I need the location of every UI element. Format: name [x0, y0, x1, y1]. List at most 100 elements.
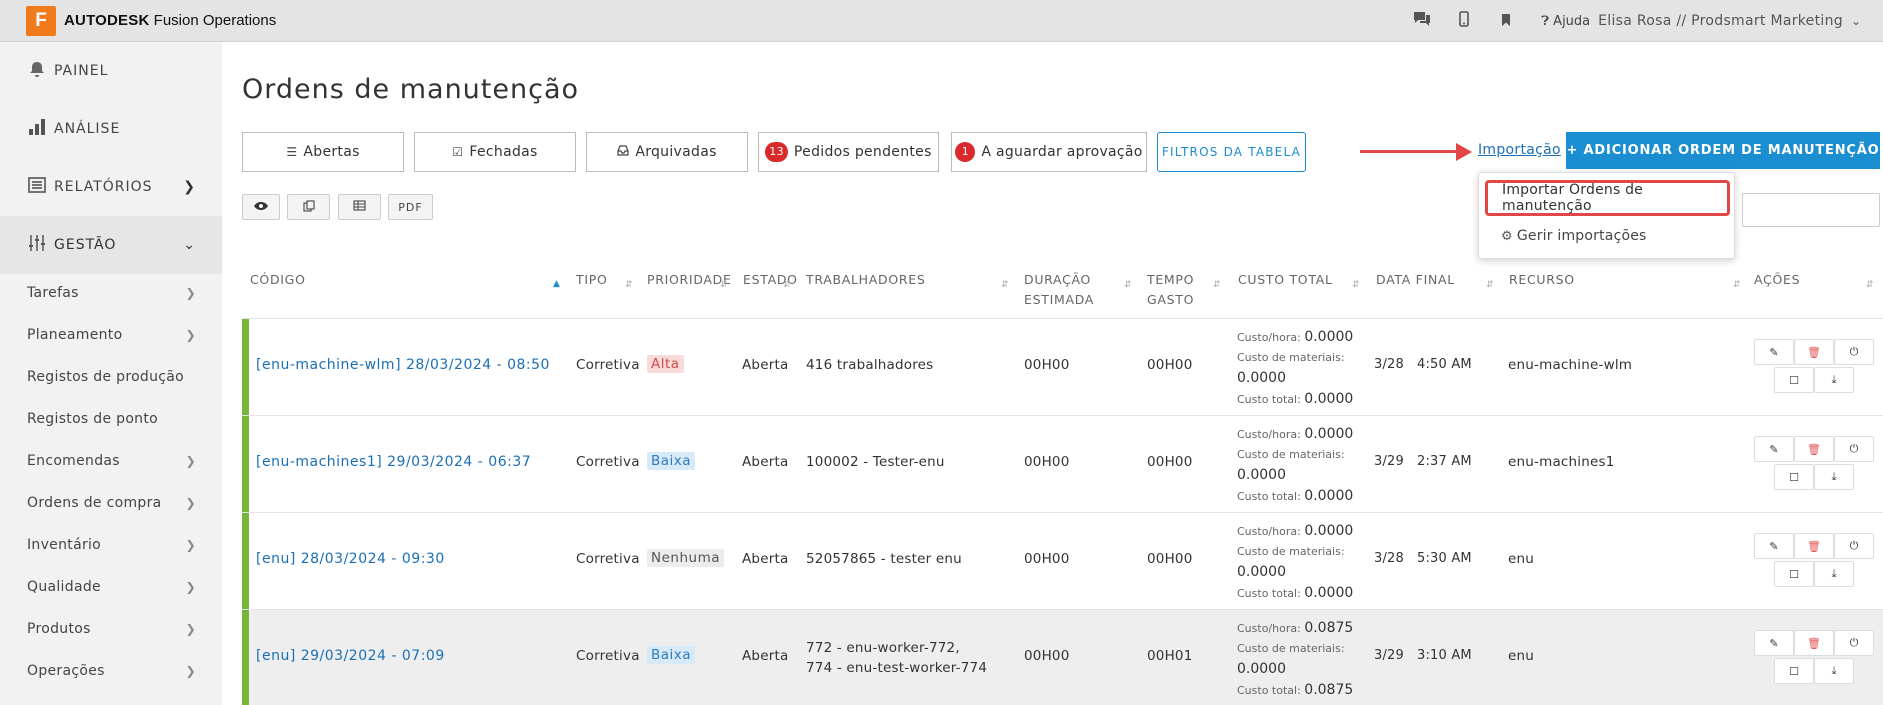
header-line-2: GASTO: [1147, 292, 1195, 307]
search-input[interactable]: [1742, 193, 1880, 227]
sidebar-item-registos-ponto[interactable]: Registos de ponto: [0, 398, 222, 440]
cost-cell: Custo/hora: 0.0000 Custo de materiais: 0…: [1237, 521, 1353, 604]
checkbox-icon[interactable]: ☐: [1774, 464, 1814, 490]
table-row[interactable]: [enu-machines1] 29/03/2024 - 06:37 Corre…: [242, 415, 1883, 512]
end-date: 3/29: [1374, 454, 1404, 469]
sidebar-item-inventario[interactable]: Inventário ❯: [0, 524, 222, 566]
column-header-end-date[interactable]: DATA FINAL: [1376, 270, 1455, 290]
fusion-logo-icon: F: [26, 5, 56, 36]
tab-open[interactable]: ☰ Abertas: [242, 132, 404, 172]
copy-button[interactable]: [287, 194, 330, 220]
column-header-code[interactable]: CÓDIGO: [250, 270, 306, 290]
sort-icon[interactable]: ⇵: [1866, 280, 1874, 290]
column-header-duration[interactable]: DURAÇÃO ESTIMADA: [1024, 270, 1094, 310]
table-row[interactable]: [enu] 28/03/2024 - 09:30 Corretiva Nenhu…: [242, 512, 1883, 609]
checkbox-icon[interactable]: ☐: [1774, 658, 1814, 684]
sliders-icon: [26, 234, 48, 257]
sidebar-item-qualidade[interactable]: Qualidade ❯: [0, 566, 222, 608]
tab-archived[interactable]: Arquivadas: [586, 132, 748, 172]
edit-icon[interactable]: ✎: [1754, 533, 1794, 559]
trash-icon[interactable]: 🗑︎: [1794, 339, 1834, 365]
user-menu[interactable]: Elisa Rosa // Prodsmart Marketing: [1598, 13, 1843, 29]
sidebar-item-produtos[interactable]: Produtos ❯: [0, 608, 222, 650]
sort-icon[interactable]: ⇵: [1733, 280, 1741, 290]
sort-icon[interactable]: ⇵: [1486, 280, 1494, 290]
sort-icon[interactable]: ⇵: [1352, 280, 1360, 290]
checkbox-icon[interactable]: ☐: [1774, 561, 1814, 587]
sort-icon[interactable]: ⇵: [783, 280, 791, 290]
column-header-time-spent[interactable]: TEMPO GASTO: [1147, 270, 1194, 310]
sidebar-item-planeamento[interactable]: Planeamento ❯: [0, 314, 222, 356]
edit-icon[interactable]: ✎: [1754, 339, 1794, 365]
download-icon[interactable]: ⤓: [1814, 561, 1854, 587]
state-cell: Aberta: [742, 454, 789, 470]
sort-icon[interactable]: ⇵: [625, 280, 633, 290]
duration-cell: 00H00: [1024, 357, 1070, 373]
help-link[interactable]: ❓︎ Ajuda: [1541, 14, 1590, 29]
sort-icon[interactable]: ⇵: [1213, 280, 1221, 290]
table-row[interactable]: [enu] 29/03/2024 - 07:09 Corretiva Baixa…: [242, 609, 1883, 705]
sidebar-item-label: Ordens de compra: [27, 495, 162, 511]
edit-icon[interactable]: ✎: [1754, 630, 1794, 656]
tab-closed[interactable]: ☑ Fechadas: [414, 132, 576, 172]
sidebar-item-tarefas[interactable]: Tarefas ❯: [0, 272, 222, 314]
table-row[interactable]: [enu-machine-wlm] 28/03/2024 - 08:50 Cor…: [242, 318, 1883, 415]
workers-cell: 52057865 - tester enu: [806, 551, 962, 567]
add-maintenance-order-button[interactable]: + ADICIONAR ORDEM DE MANUTENÇÃO: [1566, 132, 1880, 169]
power-icon[interactable]: ⏻︎: [1834, 339, 1874, 365]
column-header-resource[interactable]: RECURSO: [1509, 270, 1575, 290]
sidebar-item-label: Registos de produção: [27, 369, 185, 385]
order-code-link[interactable]: [enu-machine-wlm] 28/03/2024 - 08:50: [256, 357, 550, 373]
order-code-link[interactable]: [enu-machines1] 29/03/2024 - 06:37: [256, 454, 531, 470]
pdf-export-button[interactable]: PDF: [388, 194, 433, 220]
bookmark-icon[interactable]: [1485, 12, 1527, 31]
import-orders-menu-item[interactable]: Importar Ordens de manutenção: [1485, 180, 1730, 216]
order-code-link[interactable]: [enu] 29/03/2024 - 07:09: [256, 648, 445, 664]
column-header-type[interactable]: TIPO: [576, 270, 608, 290]
column-header-workers[interactable]: TRABALHADORES: [806, 270, 926, 290]
tab-pending-requests[interactable]: 13 Pedidos pendentes: [758, 132, 939, 172]
sort-icon[interactable]: ⇵: [1001, 280, 1009, 290]
sidebar-item-registos-producao[interactable]: Registos de produção: [0, 356, 222, 398]
sort-asc-icon[interactable]: ▲: [553, 279, 560, 289]
sidebar-item-ordens-compra[interactable]: Ordens de compra ❯: [0, 482, 222, 524]
sidebar-item-encomendas[interactable]: Encomendas ❯: [0, 440, 222, 482]
column-header-priority[interactable]: PRIORIDADE: [647, 270, 732, 290]
sort-icon[interactable]: ⇵: [1124, 280, 1132, 290]
manage-imports-menu-item[interactable]: ⚙ Gerir importações: [1501, 228, 1647, 244]
table-filters-button[interactable]: FILTROS DA TABELA: [1157, 132, 1306, 172]
tab-awaiting-approval[interactable]: 1 A aguardar aprovação: [951, 132, 1147, 172]
column-header-total-cost[interactable]: CUSTO TOTAL: [1238, 270, 1333, 290]
power-icon[interactable]: ⏻︎: [1834, 436, 1874, 462]
cost-hour-label: Custo/hora:: [1237, 622, 1301, 635]
order-code-link[interactable]: [enu] 28/03/2024 - 09:30: [256, 551, 445, 567]
import-link[interactable]: Importação: [1478, 142, 1561, 158]
priority-cell: Nenhuma: [647, 549, 724, 567]
cost-materials-value: 0.0000: [1237, 370, 1286, 386]
download-icon[interactable]: ⤓: [1814, 367, 1854, 393]
bell-icon: [26, 60, 48, 83]
sort-icon[interactable]: ⇵: [720, 280, 728, 290]
sidebar-item-painel[interactable]: PAINEL: [0, 42, 222, 100]
power-icon[interactable]: ⏻︎: [1834, 533, 1874, 559]
sidebar-item-gestao[interactable]: GESTÃO ⌄: [0, 216, 222, 274]
sidebar-item-relatorios[interactable]: RELATÓRIOS ❯: [0, 158, 222, 216]
trash-icon[interactable]: 🗑︎: [1794, 630, 1834, 656]
checkbox-icon[interactable]: ☐: [1774, 367, 1814, 393]
download-icon[interactable]: ⤓: [1814, 464, 1854, 490]
app-logo[interactable]: F AUTODESK Fusion Operations: [26, 5, 276, 36]
power-icon[interactable]: ⏻︎: [1834, 630, 1874, 656]
edit-icon[interactable]: ✎: [1754, 436, 1794, 462]
trash-icon[interactable]: 🗑︎: [1794, 436, 1834, 462]
csv-export-button[interactable]: [338, 194, 381, 220]
view-columns-button[interactable]: [242, 194, 280, 220]
download-icon[interactable]: ⤓: [1814, 658, 1854, 684]
sidebar-item-operacoes[interactable]: Operações ❯: [0, 650, 222, 692]
mobile-icon[interactable]: [1443, 11, 1485, 31]
column-header-actions[interactable]: AÇÕES: [1754, 270, 1800, 290]
sidebar-item-analise[interactable]: ANÁLISE: [0, 100, 222, 158]
cost-cell: Custo/hora: 0.0875 Custo de materiais: 0…: [1237, 618, 1353, 701]
chevron-down-icon[interactable]: ⌄: [1851, 14, 1861, 28]
chat-icon[interactable]: [1401, 10, 1443, 32]
trash-icon[interactable]: 🗑︎: [1794, 533, 1834, 559]
